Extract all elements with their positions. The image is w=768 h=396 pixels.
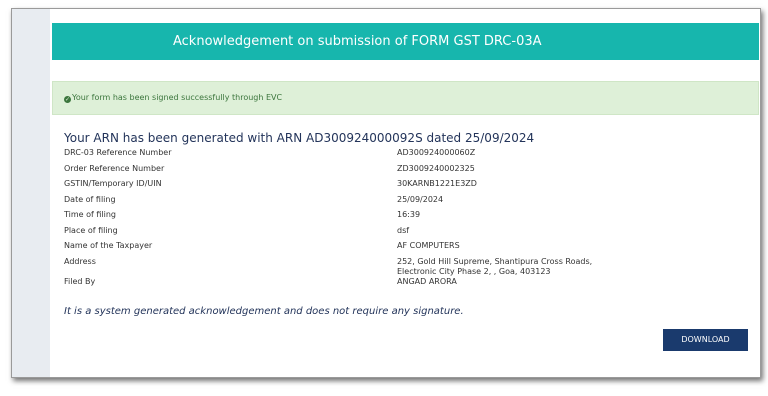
arn-heading: Your ARN has been generated with ARN AD3… xyxy=(64,131,535,145)
detail-label: GSTIN/Temporary ID/UIN xyxy=(64,179,162,188)
detail-value: 30KARNB1221E3ZD xyxy=(397,179,477,188)
detail-label: Name of the Taxpayer xyxy=(64,241,153,250)
check-circle-icon: ✓ xyxy=(64,96,71,103)
detail-label: Place of filing xyxy=(64,225,118,235)
success-message: Your form has been signed successfully t… xyxy=(72,93,283,102)
detail-row-gstin: GSTIN/Temporary ID/UIN 30KARNB1221E3ZD xyxy=(64,179,754,195)
detail-value: AF COMPUTERS xyxy=(397,241,460,250)
acknowledgement-panel: Acknowledgement on submission of FORM GS… xyxy=(52,19,759,377)
detail-value: ZD3009240002325 xyxy=(397,163,475,173)
detail-row-filed-by: Filed By ANGAD ARORA xyxy=(64,277,754,293)
system-note: It is a system generated acknowledgement… xyxy=(64,306,464,317)
detail-value: dsf xyxy=(397,225,410,235)
download-button[interactable]: DOWNLOAD xyxy=(663,329,748,351)
detail-row-date: Date of filing 25/09/2024 xyxy=(64,195,754,211)
detail-label: Date of filing xyxy=(64,194,116,204)
page-header: Acknowledgement on submission of FORM GS… xyxy=(52,23,759,60)
detail-value: 16:39 xyxy=(397,210,421,219)
detail-row-drc03-ref: DRC-03 Reference Number AD300924000060Z xyxy=(64,148,754,164)
detail-label: DRC-03 Reference Number xyxy=(64,148,172,157)
detail-row-address: Address 252, Gold Hill Supreme, Shantipu… xyxy=(64,257,754,277)
left-gutter xyxy=(12,9,50,377)
detail-value: 252, Gold Hill Supreme, Shantipura Cross… xyxy=(397,256,593,276)
detail-label: Address xyxy=(64,256,96,266)
detail-row-taxpayer: Name of the Taxpayer AF COMPUTERS xyxy=(64,241,754,257)
detail-row-order-ref: Order Reference Number ZD3009240002325 xyxy=(64,164,754,180)
detail-value: 25/09/2024 xyxy=(397,194,444,204)
detail-row-place: Place of filing dsf xyxy=(64,226,754,242)
detail-value: ANGAD ARORA xyxy=(397,276,457,286)
detail-row-time: Time of filing 16:39 xyxy=(64,210,754,226)
acknowledgement-window: Acknowledgement on submission of FORM GS… xyxy=(11,8,761,378)
detail-label: Order Reference Number xyxy=(64,163,165,173)
detail-value: AD300924000060Z xyxy=(397,148,476,157)
page-title: Acknowledgement on submission of FORM GS… xyxy=(173,34,542,49)
detail-label: Filed By xyxy=(64,276,96,286)
success-alert: ✓ Your form has been signed successfully … xyxy=(52,81,759,115)
details-table: DRC-03 Reference Number AD300924000060Z … xyxy=(64,148,754,292)
detail-label: Time of filing xyxy=(64,210,117,219)
